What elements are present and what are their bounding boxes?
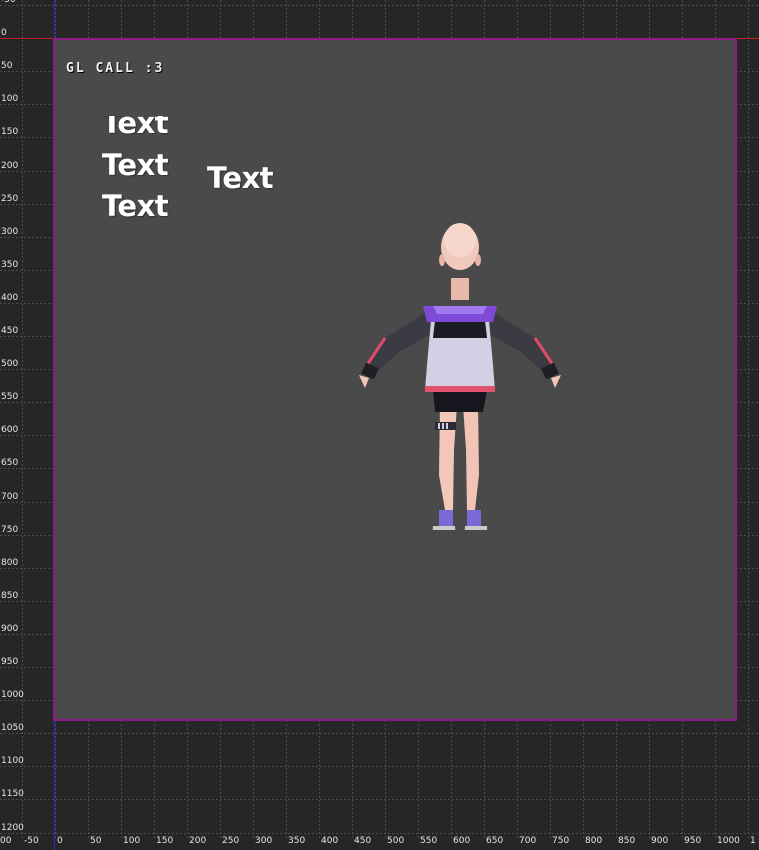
ruler-label-vertical: 50: [1, 61, 13, 71]
ruler-label-horizontal: 650: [486, 836, 504, 846]
ruler-label-vertical: 1050: [1, 723, 24, 733]
ruler-label-vertical: 200: [1, 161, 19, 171]
ruler-label-horizontal: 800: [585, 836, 603, 846]
ruler-label-horizontal: 250: [222, 836, 240, 846]
ruler-label-vertical: 600: [1, 425, 19, 435]
text-label-1-content: Text: [102, 116, 169, 140]
ruler-label-vertical: 750: [1, 525, 19, 535]
ruler-label-vertical: 650: [1, 458, 19, 468]
ruler-label-horizontal: 1: [750, 836, 756, 846]
ruler-label-vertical: 300: [1, 227, 19, 237]
ruler-label-horizontal: 350: [288, 836, 306, 846]
text-label-1[interactable]: Text: [102, 116, 168, 140]
ruler-label-vertical: 100: [1, 94, 19, 104]
ruler-label-vertical: 850: [1, 591, 19, 601]
ruler-label-vertical: 150: [1, 127, 19, 137]
ruler-label-horizontal: -50: [24, 836, 39, 846]
ruler-label-vertical: 450: [1, 326, 19, 336]
character-model[interactable]: [355, 200, 565, 530]
ruler-label-vertical: 800: [1, 558, 19, 568]
ruler-label-horizontal: 600: [453, 836, 471, 846]
gl-call-counter: GL CALL :3: [66, 61, 165, 76]
ruler-label-vertical: 550: [1, 392, 19, 402]
ruler-label-horizontal: 50: [90, 836, 102, 846]
ruler-label-vertical: 1000: [1, 690, 24, 700]
ruler-label-horizontal: 750: [552, 836, 570, 846]
ruler-label-horizontal: 850: [618, 836, 636, 846]
ruler-label-vertical: 500: [1, 359, 19, 369]
ruler-label-horizontal: 500: [387, 836, 405, 846]
ruler-label-horizontal: 200: [189, 836, 207, 846]
ruler-label-vertical: 900: [1, 624, 19, 634]
ruler-label-vertical: 400: [1, 293, 19, 303]
ruler-label-horizontal: 100: [123, 836, 141, 846]
ruler-label-vertical: 0: [1, 28, 7, 38]
ruler-label-horizontal: 300: [255, 836, 273, 846]
text-label-2[interactable]: Text: [102, 148, 169, 182]
ruler-label-horizontal: 0: [57, 836, 63, 846]
ruler-label-horizontal: 450: [354, 836, 372, 846]
ruler-label-horizontal: 1000: [717, 836, 740, 846]
ruler-label-vertical: 700: [1, 492, 19, 502]
ruler-label-vertical: 1100: [1, 756, 24, 766]
scene-editor[interactable]: -50 0 50 100 150 200 250 300 350 400 450 500 550 600 6…: [0, 0, 759, 850]
ruler-label-vertical: -50: [1, 0, 16, 5]
ruler-label-horizontal: 700: [519, 836, 537, 846]
ruler-label-horizontal: 900: [651, 836, 669, 846]
ruler-label-horizontal: -100: [0, 836, 12, 846]
ruler-label-vertical: 250: [1, 194, 19, 204]
text-label-4[interactable]: Text: [207, 161, 274, 195]
ruler-label-horizontal: 550: [420, 836, 438, 846]
ruler-label-vertical: 950: [1, 657, 19, 667]
ruler-label-horizontal: 950: [684, 836, 702, 846]
text-label-3[interactable]: Text: [102, 189, 169, 223]
ruler-label-horizontal: 150: [156, 836, 174, 846]
ruler-label-vertical: 350: [1, 260, 19, 270]
ruler-label-vertical: 1150: [1, 789, 24, 799]
ruler-label-vertical: 1200: [1, 823, 24, 833]
design-canvas[interactable]: GL CALL :3 Text Text Text Text: [53, 38, 737, 721]
ruler-label-horizontal: 400: [321, 836, 339, 846]
